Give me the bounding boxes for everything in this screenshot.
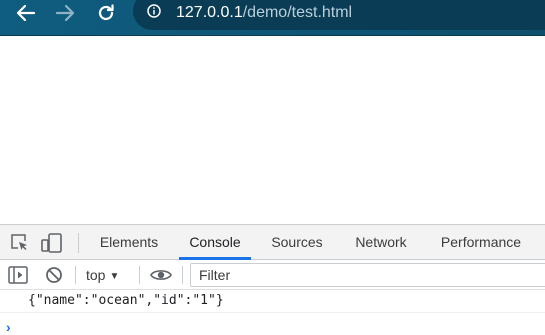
info-icon[interactable] bbox=[147, 4, 161, 18]
tab-console[interactable]: Console bbox=[179, 225, 251, 260]
device-toggle-icon[interactable] bbox=[40, 233, 64, 253]
forward-button[interactable] bbox=[48, 0, 82, 26]
back-button[interactable] bbox=[9, 0, 43, 26]
arrow-left-icon bbox=[16, 4, 36, 22]
console-message: {"name":"ocean","id":"1"} bbox=[0, 291, 545, 313]
tab-sources[interactable]: Sources bbox=[264, 225, 330, 259]
toolbar-divider bbox=[78, 233, 79, 253]
url-path: /demo/test.html bbox=[242, 4, 353, 21]
clear-console-icon[interactable] bbox=[45, 266, 63, 284]
console-prompt-icon[interactable]: › bbox=[6, 320, 11, 334]
tab-elements[interactable]: Elements bbox=[94, 225, 164, 259]
arrow-right-icon bbox=[55, 4, 75, 22]
inspect-element-icon[interactable] bbox=[10, 233, 29, 252]
browser-toolbar: 127.0.0.1/demo/test.html bbox=[0, 0, 545, 36]
console-toolbar: top ▼ bbox=[0, 260, 545, 290]
filter-input[interactable] bbox=[190, 263, 545, 287]
sidebar-toggle-icon[interactable] bbox=[8, 266, 28, 284]
tab-network[interactable]: Network bbox=[345, 225, 417, 259]
context-label: top bbox=[86, 267, 106, 283]
url-text[interactable]: 127.0.0.1/demo/test.html bbox=[176, 4, 352, 22]
toolbar-divider bbox=[139, 266, 140, 284]
toolbar-divider bbox=[75, 266, 76, 284]
reload-button[interactable] bbox=[89, 0, 123, 26]
toolbar-divider bbox=[182, 266, 183, 284]
reload-icon bbox=[98, 4, 114, 21]
dropdown-arrow-icon: ▼ bbox=[109, 271, 120, 282]
eye-icon[interactable] bbox=[150, 268, 172, 282]
console-log-text: {"name":"ocean","id":"1"} bbox=[28, 293, 224, 308]
address-bar[interactable]: 127.0.0.1/demo/test.html bbox=[133, 0, 545, 30]
devtools-tabbar: Elements Console Sources Network Perform… bbox=[0, 225, 545, 260]
url-host: 127.0.0.1 bbox=[176, 4, 243, 21]
context-selector[interactable]: top ▼ bbox=[86, 266, 119, 284]
tab-performance[interactable]: Performance bbox=[432, 225, 530, 259]
devtools-panel: Elements Console Sources Network Perform… bbox=[0, 224, 545, 334]
